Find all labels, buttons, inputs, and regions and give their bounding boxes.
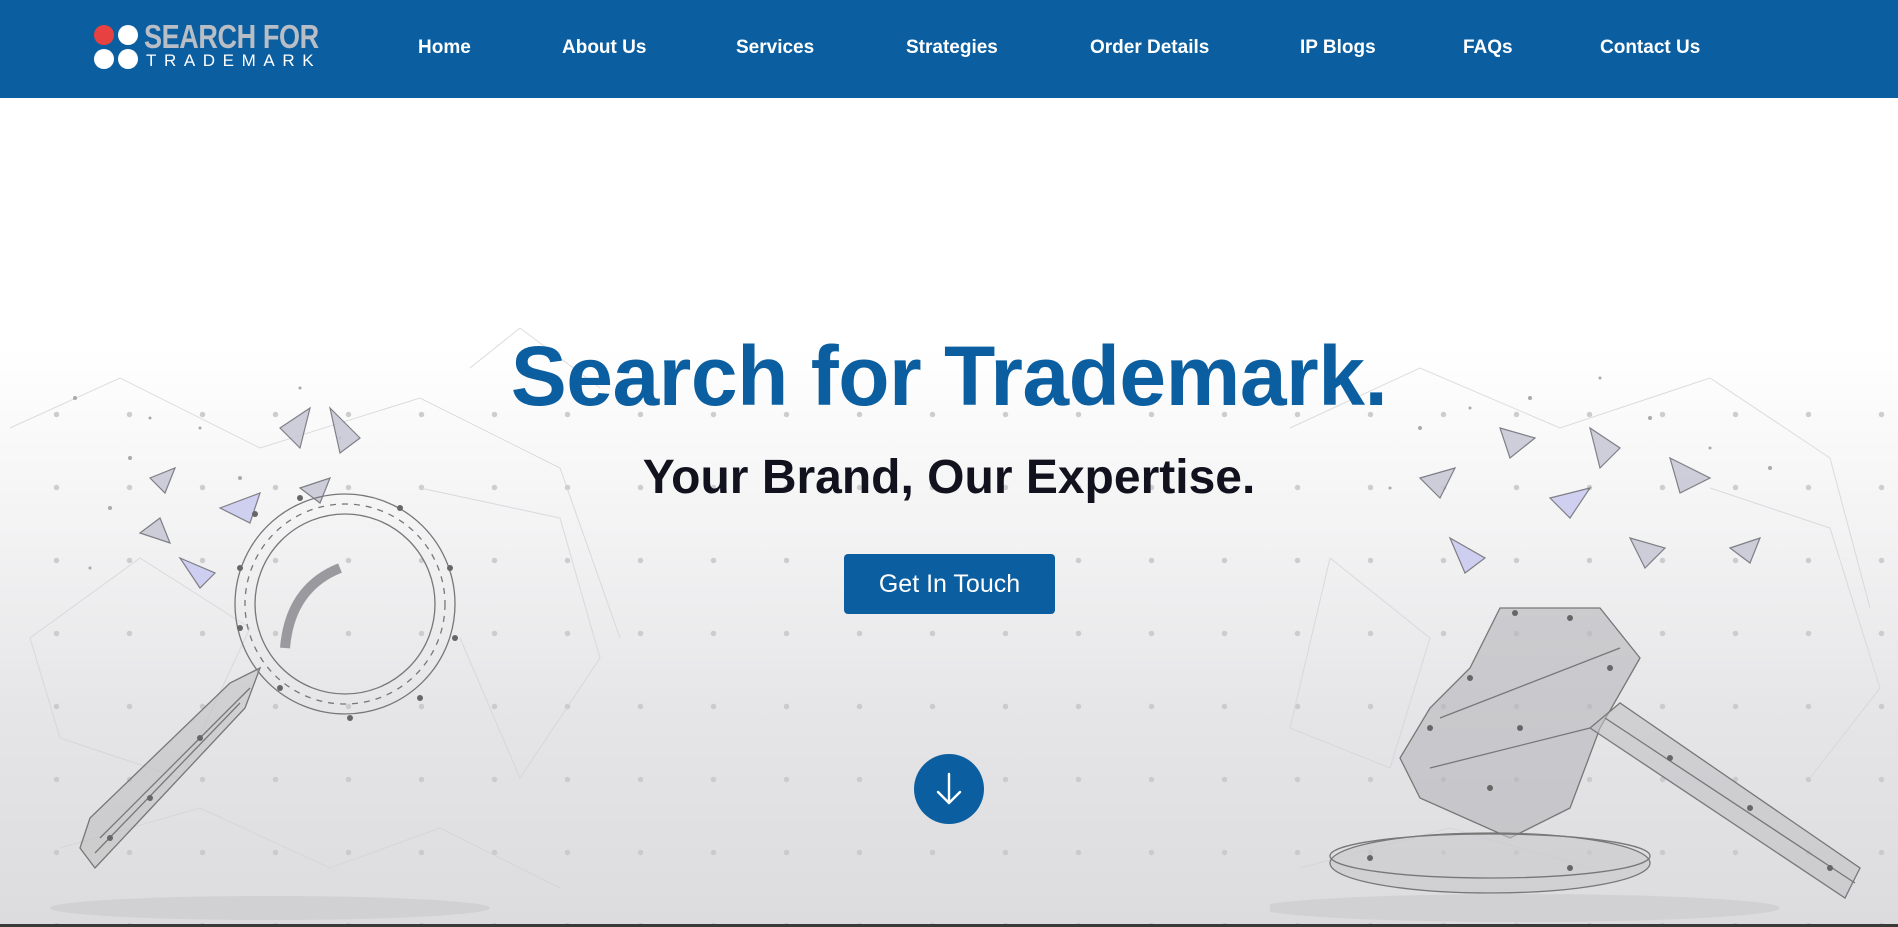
nav-item-contact-us[interactable]: Contact Us xyxy=(1600,36,1700,60)
hero-section: Search for Trademark. Your Brand, Our Ex… xyxy=(0,98,1898,927)
nav-item-services[interactable]: Services xyxy=(736,36,814,60)
get-in-touch-button[interactable]: Get In Touch xyxy=(844,554,1055,614)
nav-item-about-us[interactable]: About Us xyxy=(562,36,646,60)
hero-subtitle: Your Brand, Our Expertise. xyxy=(642,451,1256,504)
arrow-down-icon xyxy=(936,772,962,805)
hero-title: Search for Trademark. xyxy=(510,329,1388,423)
nav-item-faqs[interactable]: FAQs xyxy=(1463,36,1513,60)
nav-item-ip-blogs[interactable]: IP Blogs xyxy=(1300,36,1376,60)
nav-item-order-details[interactable]: Order Details xyxy=(1090,36,1209,60)
site-header: SEARCH FOR TRADEMARK Home About Us Servi… xyxy=(0,0,1898,98)
nav-item-strategies[interactable]: Strategies xyxy=(906,36,998,60)
main-nav: Home About Us Services Strategies Order … xyxy=(0,0,1898,98)
scroll-down-button[interactable] xyxy=(914,754,984,824)
nav-item-home[interactable]: Home xyxy=(418,36,471,60)
